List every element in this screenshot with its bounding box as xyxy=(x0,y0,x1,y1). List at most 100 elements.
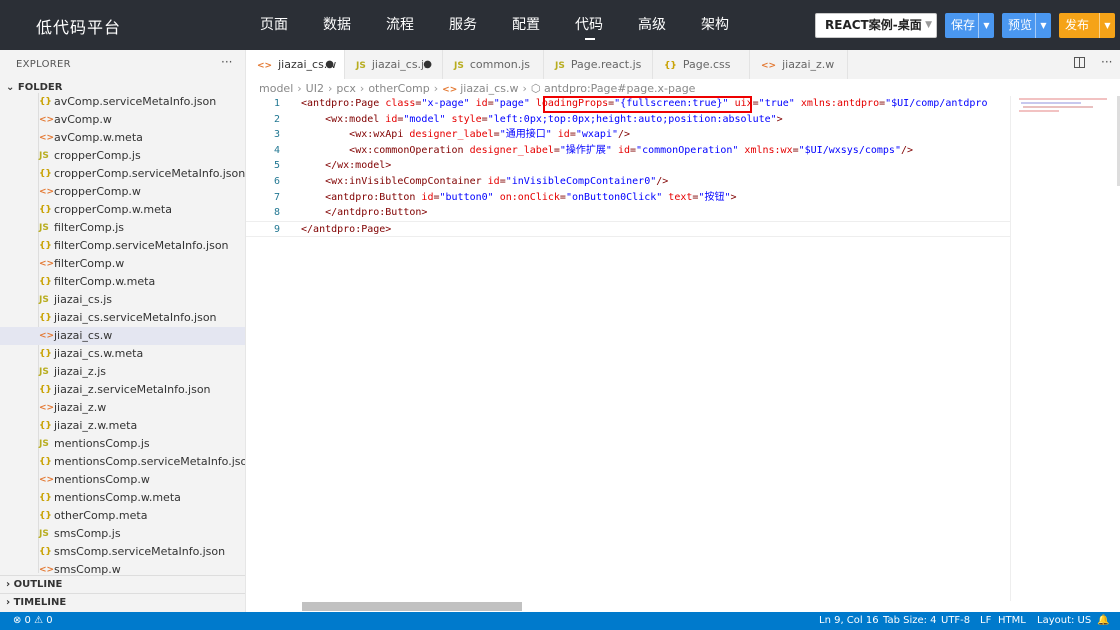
editor-tab[interactable]: JS Page.react.js xyxy=(544,50,653,79)
file-item[interactable]: JS smsComp.js xyxy=(0,525,245,543)
save-button[interactable]: 保存 ▼ xyxy=(945,13,994,38)
project-select[interactable]: REACT案例-桌面 ▼ xyxy=(815,13,937,38)
file-item[interactable]: {} smsComp.serviceMetaInfo.json xyxy=(0,543,245,561)
code-token: xmlns:antdpro xyxy=(794,98,880,109)
file-item[interactable]: {} jiazai_z.w.meta xyxy=(0,417,245,435)
file-item[interactable]: <> cropperComp.w xyxy=(0,183,245,201)
file-item[interactable]: <> avComp.w xyxy=(0,111,245,129)
minimap-line xyxy=(1021,102,1081,104)
more-icon[interactable]: ··· xyxy=(1101,55,1112,69)
file-item[interactable]: {} jiazai_cs.w.meta xyxy=(0,345,245,363)
unsaved-dot-icon[interactable]: ● xyxy=(325,50,334,79)
minimap[interactable] xyxy=(1010,96,1120,601)
file-item[interactable]: {} filterComp.w.meta xyxy=(0,273,245,291)
json-file-icon: {} xyxy=(39,241,52,251)
breadcrumb-item[interactable]: pcx xyxy=(336,82,356,95)
js-file-icon: JS xyxy=(356,61,366,71)
breadcrumb-item[interactable]: model xyxy=(259,82,293,95)
unsaved-dot-icon[interactable]: ● xyxy=(423,50,432,79)
js-file-icon: JS xyxy=(39,223,49,233)
file-item[interactable]: {} avComp.serviceMetaInfo.json xyxy=(0,93,245,111)
js-file-icon: JS xyxy=(39,151,49,161)
code-token: text xyxy=(662,191,693,203)
file-item[interactable]: <> jiazai_z.w xyxy=(0,399,245,417)
code-token: id xyxy=(469,98,488,109)
nav-item[interactable]: 高级 xyxy=(638,0,701,50)
line-ending[interactable]: LF xyxy=(980,612,991,630)
file-item[interactable]: {} mentionsComp.serviceMetaInfo.json xyxy=(0,453,245,471)
file-name: jiazai_z.w.meta xyxy=(54,419,138,432)
breadcrumb-item[interactable]: UI2 xyxy=(306,82,324,95)
nav-item[interactable]: 数据 xyxy=(323,0,386,50)
file-item[interactable]: {} jiazai_cs.serviceMetaInfo.json xyxy=(0,309,245,327)
nav-item[interactable]: 代码 xyxy=(575,0,638,50)
save-dropdown-icon[interactable]: ▼ xyxy=(978,13,994,38)
file-item[interactable]: {} jiazai_z.serviceMetaInfo.json xyxy=(0,381,245,399)
language-mode[interactable]: HTML xyxy=(998,612,1026,630)
encoding[interactable]: UTF-8 xyxy=(941,612,970,630)
editor-tab[interactable]: {} Page.css xyxy=(653,50,750,79)
file-item[interactable]: {} filterComp.serviceMetaInfo.json xyxy=(0,237,245,255)
split-editor-icon[interactable] xyxy=(1074,57,1085,68)
folder-section[interactable]: ⌄ FOLDER xyxy=(6,82,62,93)
problems-indicator[interactable]: ⊗ 0 ⚠ 0 xyxy=(13,612,53,630)
file-item[interactable]: <> avComp.w.meta xyxy=(0,129,245,147)
code-token: wx:model xyxy=(331,113,386,125)
editor-tab[interactable]: JS common.js xyxy=(443,50,544,79)
code-token: "model" xyxy=(403,113,446,125)
code-token: id xyxy=(421,191,434,203)
file-item[interactable]: {} cropperComp.serviceMetaInfo.json xyxy=(0,165,245,183)
file-item[interactable]: {} cropperComp.w.meta xyxy=(0,201,245,219)
breadcrumb-item[interactable]: otherComp xyxy=(368,82,429,95)
publish-button[interactable]: 发布 ▼ xyxy=(1059,13,1115,38)
cursor-position[interactable]: Ln 9, Col 16 xyxy=(819,612,879,630)
horizontal-scrollbar[interactable] xyxy=(302,602,522,611)
file-item[interactable]: <> mentionsComp.w xyxy=(0,471,245,489)
tab-label: jiazai_z.w xyxy=(782,58,835,71)
top-navbar: 低代码平台 页面 数据 流程 服务 配置 代码 高级 架构 REACT案例-桌面 ▼ 保存 ▼… xyxy=(0,0,1120,50)
json-file-icon: {} xyxy=(39,511,52,521)
minimap-line xyxy=(1019,110,1059,112)
file-item[interactable]: JS mentionsComp.js xyxy=(0,435,245,453)
code-token: antdpro:Page xyxy=(313,223,386,235)
file-item[interactable]: {} mentionsComp.w.meta xyxy=(0,489,245,507)
code-editor[interactable]: 1 <antdpro:Page class="x-page" id="page" … xyxy=(246,96,1010,601)
file-item[interactable]: JS jiazai_z.js xyxy=(0,363,245,381)
timeline-section[interactable]: › TIMELINE xyxy=(6,597,66,608)
outline-section[interactable]: › OUTLINE xyxy=(6,579,62,590)
publish-dropdown-icon[interactable]: ▼ xyxy=(1099,13,1115,38)
tab-size[interactable]: Tab Size: 4 xyxy=(883,612,937,630)
file-item[interactable]: <> smsComp.w xyxy=(0,561,245,579)
file-item[interactable]: <> jiazai_cs.w xyxy=(0,327,245,345)
file-name: filterComp.w xyxy=(54,257,125,270)
preview-button[interactable]: 预览 ▼ xyxy=(1002,13,1051,38)
code-line: 1 <antdpro:Page class="x-page" id="page" … xyxy=(246,96,1010,112)
nav-item[interactable]: 架构 xyxy=(701,0,764,50)
file-item[interactable]: <> filterComp.w xyxy=(0,255,245,273)
nav-item[interactable]: 流程 xyxy=(386,0,449,50)
preview-dropdown-icon[interactable]: ▼ xyxy=(1035,13,1051,38)
file-item[interactable]: JS filterComp.js xyxy=(0,219,245,237)
editor-tab[interactable]: JS jiazai_cs.js ● xyxy=(345,50,443,79)
nav-item[interactable]: 页面 xyxy=(260,0,323,50)
code-token: antdpro:Button xyxy=(337,207,422,219)
nav-item[interactable]: 服务 xyxy=(449,0,512,50)
line-number: 2 xyxy=(273,113,280,125)
file-name: filterComp.serviceMetaInfo.json xyxy=(54,239,229,252)
code-token: "按钮" xyxy=(698,191,731,203)
json-file-icon: {} xyxy=(39,97,52,107)
more-icon[interactable]: ··· xyxy=(221,55,232,69)
code-token: wx:model xyxy=(337,160,386,172)
editor-tab[interactable]: <> jiazai_z.w xyxy=(750,50,848,79)
status-bar: ⊗ 0 ⚠ 0 Ln 9, Col 16 Tab Size: 4 UTF-8 L… xyxy=(0,612,1120,630)
breadcrumb-item[interactable]: jiazai_cs.w xyxy=(460,82,518,95)
file-item[interactable]: {} otherComp.meta xyxy=(0,507,245,525)
file-item[interactable]: JS jiazai_cs.js xyxy=(0,291,245,309)
editor-tab[interactable]: <> jiazai_cs.w ● xyxy=(246,50,345,79)
keyboard-layout[interactable]: Layout: US xyxy=(1037,612,1091,630)
breadcrumb-item[interactable]: antdpro:Page#page.x-page xyxy=(544,82,695,95)
nav-item[interactable]: 配置 xyxy=(512,0,575,50)
code-token: wx:wxApi xyxy=(355,129,410,141)
bell-icon[interactable]: 🔔 xyxy=(1097,612,1109,630)
file-item[interactable]: JS cropperComp.js xyxy=(0,147,245,165)
